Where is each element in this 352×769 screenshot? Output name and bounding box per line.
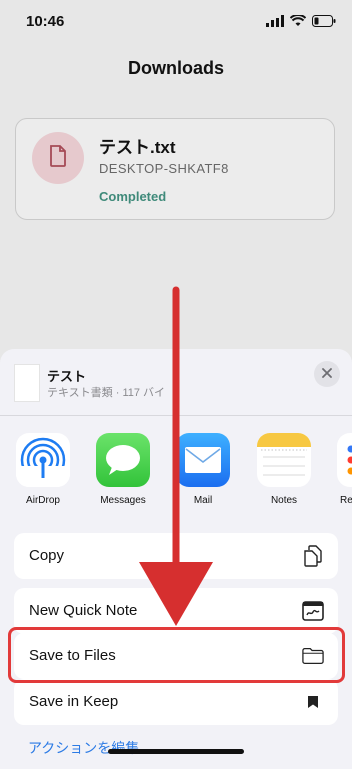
share-app-reminders[interactable]: Re [328, 433, 352, 506]
document-icon [49, 145, 67, 172]
document-thumbnail [14, 364, 40, 402]
app-label: Notes [248, 495, 320, 506]
bookmark-icon [302, 691, 324, 713]
app-label: Mail [167, 495, 239, 506]
file-source: DESKTOP-SHKATF8 [99, 161, 229, 176]
folder-icon [302, 645, 324, 667]
share-app-messages[interactable]: Messages [87, 433, 159, 506]
shared-doc-title: テスト [47, 366, 86, 385]
share-sheet-header: テスト テキスト書類 · 117 バイ [0, 349, 352, 411]
action-copy[interactable]: Copy [14, 533, 338, 579]
copy-icon [302, 545, 324, 567]
airdrop-icon [16, 433, 70, 487]
quick-note-icon [302, 600, 324, 622]
notes-icon [257, 433, 311, 487]
share-app-mail[interactable]: Mail [167, 433, 239, 506]
close-button[interactable] [314, 361, 340, 387]
app-label: Messages [87, 495, 159, 506]
shared-doc-subtitle: テキスト書類 · 117 バイ [47, 384, 165, 400]
status-bar: 10:46 [0, 0, 352, 44]
share-sheet: テスト テキスト書類 · 117 バイ AirDrop [0, 349, 352, 769]
status-icons [266, 14, 336, 32]
share-app-notes[interactable]: Notes [248, 433, 320, 506]
action-label: Save to Files [29, 647, 116, 664]
action-label: New Quick Note [29, 602, 137, 619]
share-apps-row: AirDrop Messages Mail Notes [0, 433, 352, 513]
download-item-card[interactable]: テスト.txt DESKTOP-SHKATF8 Completed [15, 118, 335, 220]
app-label: AirDrop [7, 495, 79, 506]
messages-icon [96, 433, 150, 487]
share-app-airdrop[interactable]: AirDrop [7, 433, 79, 506]
edit-actions-link[interactable]: アクションを編集... [28, 738, 151, 758]
home-indicator [108, 749, 244, 754]
action-new-quick-note[interactable]: New Quick Note [14, 588, 338, 634]
action-save-in-keep[interactable]: Save in Keep [14, 679, 338, 725]
file-name: テスト.txt [99, 133, 176, 158]
wifi-icon [290, 14, 306, 32]
download-status: Completed [99, 189, 166, 204]
header-divider [0, 415, 352, 416]
app-label: Re [328, 495, 352, 506]
reminders-icon [337, 433, 352, 487]
cellular-signal-icon [266, 14, 284, 32]
file-icon-badge [32, 132, 84, 184]
page-title: Downloads [0, 58, 352, 79]
battery-icon [312, 14, 336, 32]
action-label: Copy [29, 547, 64, 564]
close-icon [322, 365, 332, 383]
action-save-to-files[interactable]: Save to Files [14, 633, 338, 679]
action-label: Save in Keep [29, 693, 118, 710]
mail-icon [176, 433, 230, 487]
status-time: 10:46 [26, 13, 64, 30]
